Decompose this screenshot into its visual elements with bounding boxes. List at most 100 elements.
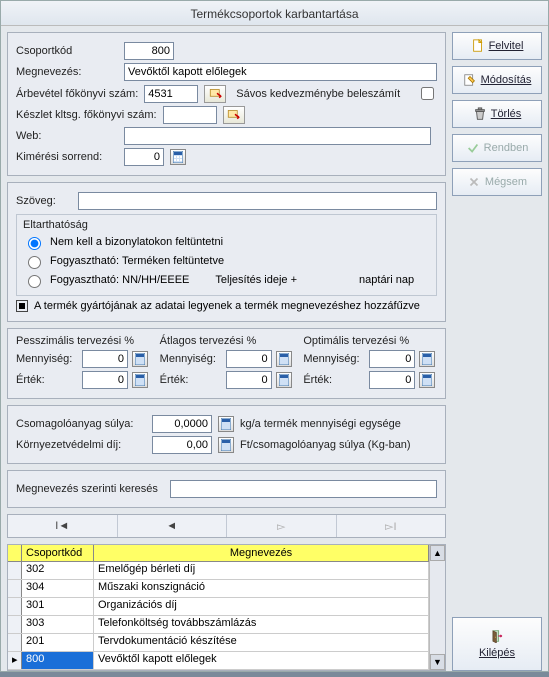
cell-code: 302 (22, 562, 94, 579)
keszlet-input[interactable] (163, 106, 217, 124)
arbevetel-input[interactable] (144, 85, 198, 103)
calc-icon[interactable] (132, 372, 148, 388)
rendben-button: Rendben (452, 134, 542, 162)
pessz-e-input[interactable] (82, 371, 128, 389)
cell-code: 201 (22, 634, 94, 651)
nav-first[interactable]: I◄ (8, 515, 118, 537)
web-label: Web: (16, 130, 118, 142)
scroll-down-icon[interactable]: ▼ (430, 654, 445, 670)
eltart-label: Eltarthatóság (23, 219, 430, 231)
nav-next[interactable]: ▻ (227, 515, 337, 537)
radio-nemkell[interactable]: Nem kell a bizonylatokon feltüntetni (23, 234, 430, 250)
atlag-m-input[interactable] (226, 350, 272, 368)
grid-corner (8, 545, 22, 561)
modositas-button[interactable]: Módosítás (452, 66, 542, 94)
csomag-label: Csomagolóanyag súlya: (16, 418, 146, 430)
savos-checkbox[interactable] (421, 87, 434, 100)
cell-code: 800 (22, 652, 94, 669)
nav-prev[interactable]: ◄ (118, 515, 228, 537)
csoportkod-label: Csoportkód (16, 45, 118, 57)
atlag-e-label: Érték: (160, 374, 222, 386)
grid-col-code[interactable]: Csoportkód (22, 545, 94, 561)
keszlet-label: Készlet kltsg. főkönyvi szám: (16, 109, 157, 121)
csomag-input[interactable] (152, 415, 212, 433)
torles-button[interactable]: Törlés (452, 100, 542, 128)
pessz-e-label: Érték: (16, 374, 78, 386)
modositas-label: Módosítás (481, 74, 532, 86)
calc-icon[interactable] (419, 372, 435, 388)
felvitel-button[interactable]: Felvitel (452, 32, 542, 60)
text-panel: Szöveg: Eltarthatóság Nem kell a bizonyl… (7, 182, 446, 322)
grid-col-name[interactable]: Megnevezés (94, 545, 429, 561)
scroll-up-icon[interactable]: ▲ (430, 545, 445, 561)
calc-icon[interactable] (218, 416, 234, 432)
opt-e-input[interactable] (369, 371, 415, 389)
radio-fogy2-label: Fogyasztható: NN/HH/EEEE (50, 274, 189, 286)
window-title: Termékcsoportok karbantartása (1, 1, 548, 26)
plan-panel: Pesszimális tervezési % Mennyiség: Érték… (7, 328, 446, 399)
cell-code: 303 (22, 616, 94, 633)
pessz-title: Pesszimális tervezési % (16, 335, 150, 347)
kimeresi-input[interactable] (124, 148, 164, 166)
pessz-m-input[interactable] (82, 350, 128, 368)
grid: Csoportkód Megnevezés 302Emelőgép bérlet… (7, 544, 446, 671)
trash-icon (473, 107, 487, 121)
scrollbar[interactable]: ▲ ▼ (429, 545, 445, 670)
korny-input[interactable] (152, 436, 212, 454)
naptari-label: naptári nap (359, 274, 414, 286)
cell-name: Telefonköltség továbbszámlázás (94, 616, 429, 633)
rendben-label: Rendben (484, 142, 529, 154)
szoveg-input[interactable] (78, 192, 437, 210)
navigator: I◄ ◄ ▻ ▻I (7, 514, 446, 538)
eltart-fieldset: Eltarthatóság Nem kell a bizonylatokon f… (16, 214, 437, 296)
web-input[interactable] (124, 127, 431, 145)
megnevezes-input[interactable] (124, 63, 437, 81)
felvitel-label: Felvitel (489, 40, 524, 52)
opt-title: Optimális tervezési % (303, 335, 437, 347)
cell-name: Organizációs díj (94, 598, 429, 615)
csomag-unit-label: kg/a termék mennyiségi egysége (240, 418, 401, 430)
form-panel: Csoportkód Megnevezés: Árbevétel főkönyv… (7, 32, 446, 176)
atlag-e-input[interactable] (226, 371, 272, 389)
radio-fogy1[interactable]: Fogyasztható: Terméken feltüntetve (23, 253, 430, 269)
opt-m-input[interactable] (369, 350, 415, 368)
nav-last[interactable]: ▻I (337, 515, 446, 537)
cancel-icon (467, 175, 481, 189)
table-row[interactable]: 303Telefonköltség továbbszámlázás (8, 616, 429, 634)
savos-label: Sávos kedvezménybe beleszámít (236, 88, 400, 100)
edit-icon (463, 73, 477, 87)
table-row[interactable]: 201Tervdokumentáció készítése (8, 634, 429, 652)
gyarto-check-row[interactable]: A termék gyártójának az adatai legyenek … (16, 300, 437, 312)
table-row[interactable]: 302Emelőgép bérleti díj (8, 562, 429, 580)
opt-e-label: Érték: (303, 374, 365, 386)
kereses-label: Megnevezés szerinti keresés (16, 483, 158, 495)
opt-m-label: Mennyiség: (303, 353, 365, 365)
kilepes-button[interactable]: Kilépés (452, 617, 542, 671)
table-row[interactable]: 304Műszaki konszignáció (8, 580, 429, 598)
keszlet-lookup-button[interactable] (223, 106, 245, 124)
szoveg-label: Szöveg: (16, 195, 72, 207)
table-row[interactable]: ▸800Vevőktől kapott előlegek (8, 652, 429, 670)
cell-name: Emelőgép bérleti díj (94, 562, 429, 579)
calc-icon[interactable] (132, 351, 148, 367)
arbevetel-lookup-button[interactable] (204, 85, 226, 103)
kimeresi-calc-icon[interactable] (170, 149, 186, 165)
calc-icon[interactable] (276, 351, 292, 367)
calc-icon[interactable] (218, 437, 234, 453)
search-panel: Megnevezés szerinti keresés (7, 470, 446, 508)
calc-icon[interactable] (419, 351, 435, 367)
kilepes-label: Kilépés (479, 647, 515, 659)
csoportkod-input[interactable] (124, 42, 174, 60)
kimeresi-label: Kimérési sorrend: (16, 151, 118, 163)
korny-unit-label: Ft/csomagolóanyag súlya (Kg-ban) (240, 439, 411, 451)
radio-nemkell-label: Nem kell a bizonylatokon feltüntetni (50, 236, 223, 248)
megsem-label: Mégsem (485, 176, 527, 188)
kereses-input[interactable] (170, 480, 437, 498)
calc-icon[interactable] (276, 372, 292, 388)
teljesites-label: Teljesítés ideje + (215, 274, 297, 286)
atlag-title: Átlagos tervezési % (160, 335, 294, 347)
gyarto-label: A termék gyártójának az adatai legyenek … (34, 300, 420, 312)
radio-fogy2[interactable] (28, 275, 41, 288)
table-row[interactable]: 301Organizációs díj (8, 598, 429, 616)
cell-name: Vevőktől kapott előlegek (94, 652, 429, 669)
